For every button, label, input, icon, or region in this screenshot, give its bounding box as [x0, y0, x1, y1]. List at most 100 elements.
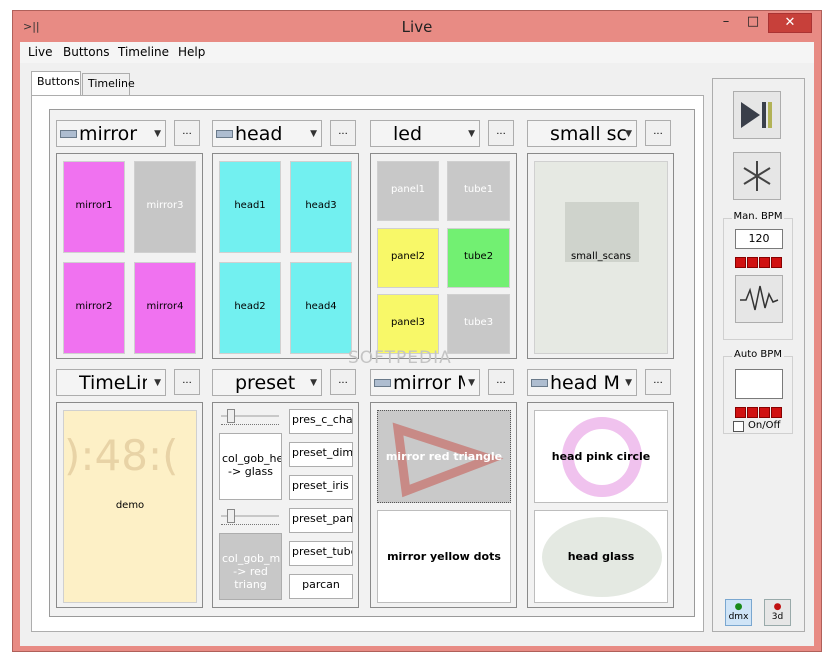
light-button[interactable]: tube1	[447, 161, 510, 221]
preset-button[interactable]: parcan	[289, 574, 353, 599]
group-active-indicator[interactable]	[374, 379, 391, 387]
light-button[interactable]: tube3	[447, 294, 510, 354]
group-select-timeline[interactable]: TimeLin ▼	[56, 369, 166, 396]
menu-help[interactable]: Help	[178, 45, 205, 59]
light-button[interactable]: panel3	[377, 294, 439, 354]
tap-tempo-button[interactable]	[735, 275, 783, 323]
preset-button[interactable]: pres_c_cha	[289, 409, 353, 434]
preset-button[interactable]: col_gob_hea -> glass	[219, 433, 282, 500]
maximize-button[interactable]: □	[740, 13, 766, 33]
close-button[interactable]: ✕	[768, 13, 812, 33]
beat-led	[759, 407, 770, 418]
group-select-head[interactable]: head ▼	[212, 120, 322, 147]
preset-button[interactable]: preset_dimm	[289, 442, 353, 467]
menu-live[interactable]: Live	[28, 45, 53, 59]
group-header-small-scans: small sc ▼ ...	[527, 120, 672, 147]
auto-bpm-checkbox[interactable]	[733, 421, 744, 432]
light-button-label: mirror3	[146, 200, 184, 211]
light-button-label: panel1	[390, 184, 426, 195]
group-timeline: ):48:( demo	[56, 402, 203, 608]
preset-button[interactable]: col_gob_mirr -> red triang	[219, 533, 282, 600]
beat-led	[747, 407, 758, 418]
light-button[interactable]: head3	[290, 161, 352, 253]
light-button[interactable]: head glass	[534, 510, 668, 603]
preset-button[interactable]: preset_tube	[289, 541, 353, 566]
tab-buttons[interactable]: Buttons	[31, 71, 81, 95]
menu-buttons[interactable]: Buttons	[63, 45, 109, 59]
light-button-label: mirror4	[146, 301, 184, 312]
light-button[interactable]: panel1	[377, 161, 439, 221]
light-button-label: panel2	[390, 251, 426, 262]
chevron-down-icon: ▼	[625, 129, 632, 139]
light-button-label: demo	[115, 499, 145, 511]
light-button[interactable]: mirror2	[63, 262, 125, 354]
light-button[interactable]: small_scans	[534, 161, 668, 354]
preset-slider[interactable]	[221, 409, 279, 425]
waveform-icon	[740, 285, 779, 311]
light-button[interactable]: tube2	[447, 228, 510, 288]
preset-button[interactable]: preset_pane	[289, 508, 353, 533]
group-more-button[interactable]: ...	[645, 369, 671, 395]
title-bar[interactable]: >|| Live – □ ✕	[13, 11, 821, 43]
dmx-label: dmx	[728, 612, 749, 622]
group-title: led	[393, 123, 423, 145]
bpm-input[interactable]: 120	[735, 229, 783, 249]
group-select-led[interactable]: led ▼	[370, 120, 480, 147]
light-button-label: head2	[234, 301, 266, 312]
freeze-button[interactable]	[733, 152, 781, 200]
tab-timeline[interactable]: Timeline	[82, 73, 135, 95]
group-select-preset[interactable]: preset ▼	[212, 369, 322, 396]
light-button[interactable]: mirror1	[63, 161, 125, 253]
client-area: Live Buttons Timeline Help Buttons Timel…	[20, 42, 814, 646]
chevron-down-icon: ▼	[310, 129, 317, 139]
chevron-down-icon: ▼	[154, 378, 161, 388]
chevron-down-icon: ▼	[310, 378, 317, 388]
group-more-button[interactable]: ...	[330, 369, 356, 395]
light-button[interactable]: head1	[219, 161, 281, 253]
play-pause-button[interactable]	[733, 91, 781, 139]
beat-led	[771, 407, 782, 418]
light-button[interactable]: panel2	[377, 228, 439, 288]
light-button[interactable]: head2	[219, 262, 281, 354]
light-button[interactable]: mirror yellow dots	[377, 510, 511, 603]
group-small-scans: small_scans	[527, 153, 674, 359]
menu-timeline[interactable]: Timeline	[118, 45, 169, 59]
dmx-toggle[interactable]: ● dmx	[725, 599, 752, 626]
group-active-indicator[interactable]	[60, 130, 77, 138]
group-active-indicator[interactable]	[531, 379, 548, 387]
light-button[interactable]: mirror red triangle	[377, 410, 511, 503]
group-select-head-moves[interactable]: head M ▼	[527, 369, 637, 396]
preset-slider[interactable]	[221, 509, 279, 525]
group-select-small-scans[interactable]: small sc ▼	[527, 120, 637, 147]
light-button[interactable]: head4	[290, 262, 352, 354]
group-more-button[interactable]: ...	[174, 369, 200, 395]
chevron-down-icon: ▼	[468, 129, 475, 139]
group-mirror: mirror1 mirror3 mirror2 mirror4	[56, 153, 203, 359]
light-button-label: head pink circle	[551, 449, 651, 463]
minimize-button[interactable]: –	[713, 13, 739, 33]
chevron-down-icon: ▼	[154, 129, 161, 139]
light-button[interactable]: head pink circle	[534, 410, 668, 503]
slider-thumb[interactable]	[227, 409, 235, 423]
group-more-button[interactable]: ...	[330, 120, 356, 146]
light-button-label: tube2	[463, 251, 494, 262]
group-select-mirror-moves[interactable]: mirror M ▼	[370, 369, 480, 396]
group-mirror-moves: mirror red triangle mirror yellow dots	[370, 402, 517, 608]
snowflake-icon	[743, 161, 771, 191]
light-button[interactable]: mirror3	[134, 161, 196, 253]
preset-button[interactable]: preset_iris	[289, 475, 353, 500]
auto-bpm-label: Auto BPM	[724, 349, 792, 360]
group-more-button[interactable]: ...	[488, 120, 514, 146]
beat-led	[747, 257, 758, 268]
group-more-button[interactable]: ...	[174, 120, 200, 146]
light-button[interactable]: ):48:( demo	[63, 410, 197, 603]
group-select-mirror[interactable]: mirror ▼	[56, 120, 166, 147]
group-more-button[interactable]: ...	[645, 120, 671, 146]
group-active-indicator[interactable]	[216, 130, 233, 138]
beat-led	[771, 257, 782, 268]
light-button[interactable]: mirror4	[134, 262, 196, 354]
3d-toggle[interactable]: ● 3d	[764, 599, 791, 626]
slider-thumb[interactable]	[227, 509, 235, 523]
group-more-button[interactable]: ...	[488, 369, 514, 395]
dmx-status-icon: ●	[734, 602, 743, 612]
